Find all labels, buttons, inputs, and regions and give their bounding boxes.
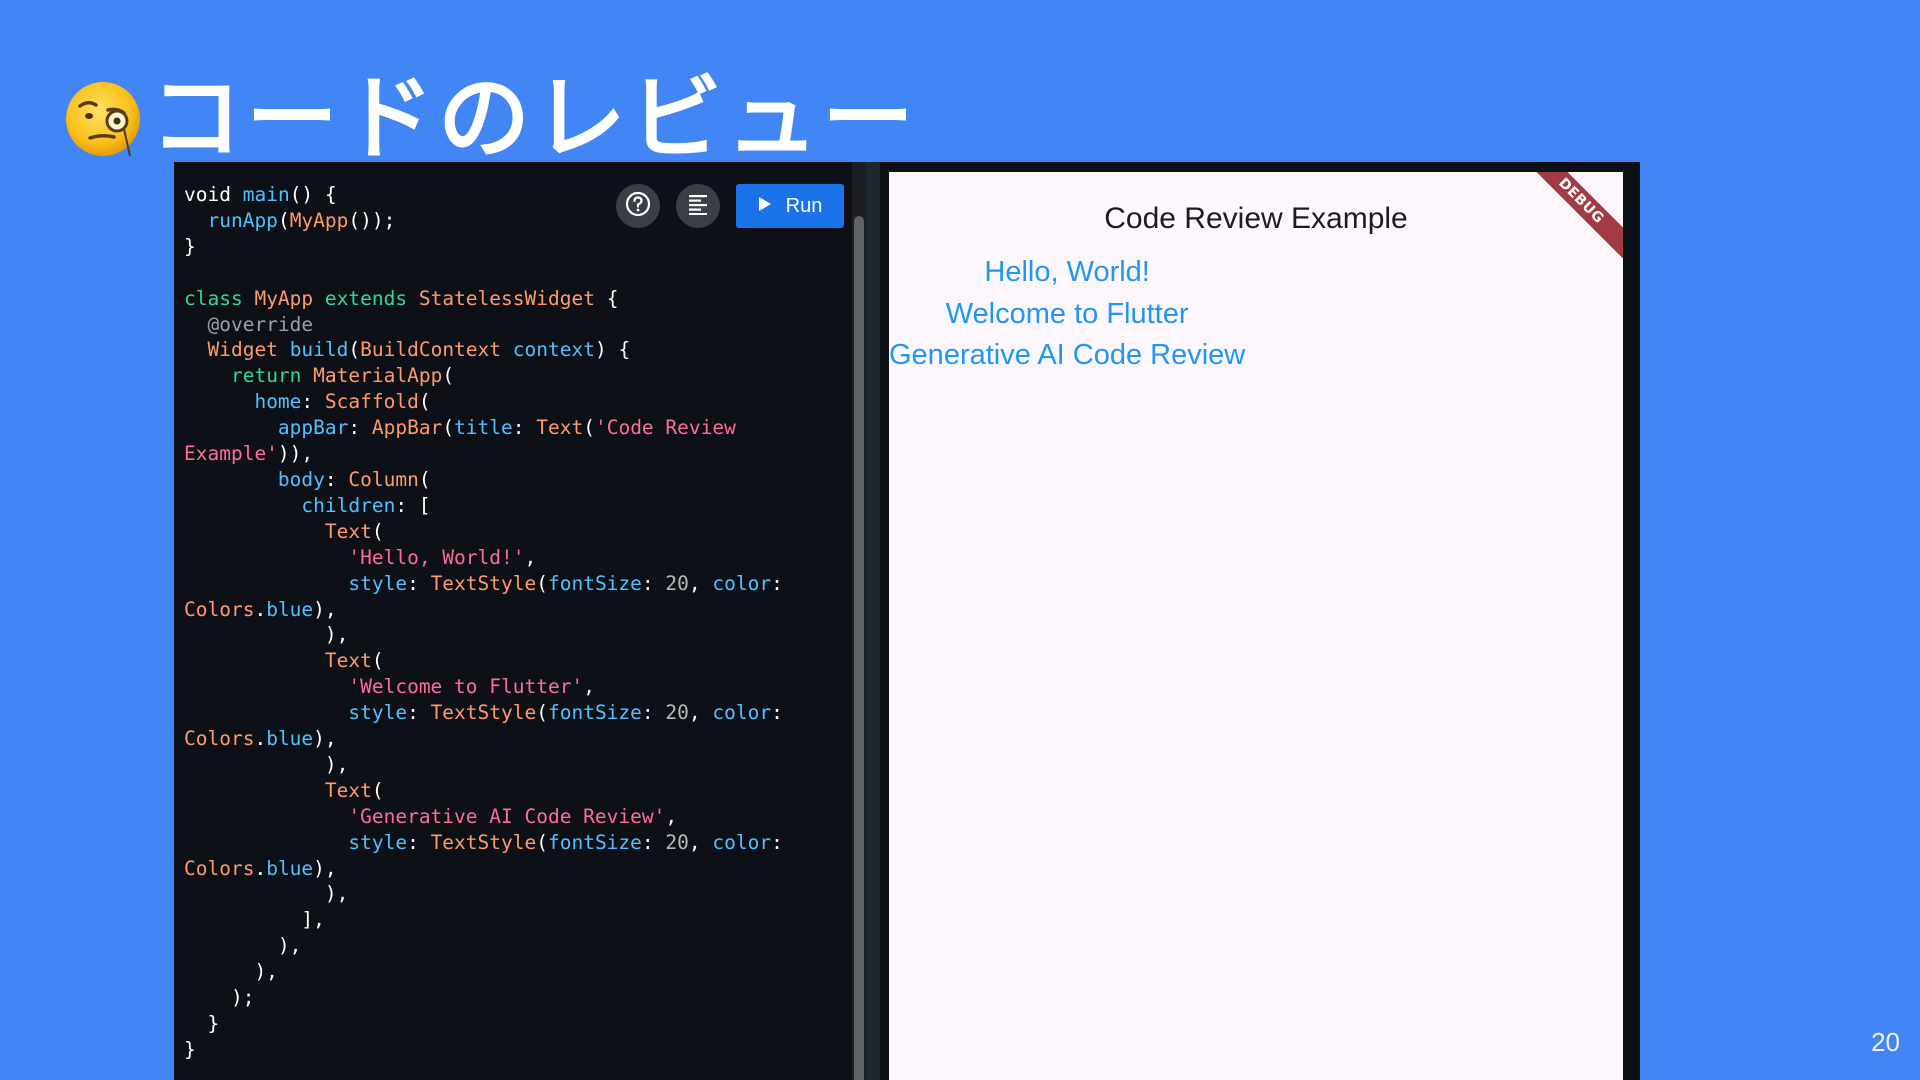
code-line: Example')), — [184, 442, 314, 466]
code-line: 'Generative AI Code Review', — [348, 804, 678, 828]
code-line: class MyApp extends StatelessWidget { — [184, 286, 619, 310]
code-line: home: Scaffold( — [254, 390, 431, 414]
preview-text-generative: Generative AI Code Review — [889, 339, 1246, 371]
code-line: return MaterialApp( — [230, 364, 455, 388]
code-editor[interactable]: void main() { runApp(MyApp()); } class M… — [174, 162, 852, 1080]
column: Hello, World! Welcome to Flutter Generat… — [889, 252, 1245, 377]
panel-divider[interactable] — [866, 162, 880, 1080]
code-line: Text( — [324, 519, 384, 543]
code-line: runApp(MyApp()); — [207, 208, 396, 232]
code-line: style: TextStyle(fontSize: 20, color: — [348, 571, 783, 595]
monocle-face-emoji-icon — [64, 80, 142, 158]
code-line: children: [ — [301, 493, 431, 517]
code-line: Text( — [324, 649, 384, 673]
format-align-icon — [687, 193, 709, 219]
code-line: 'Welcome to Flutter', — [348, 675, 595, 699]
dartpad-window: void main() { runApp(MyApp()); } class M… — [174, 162, 1640, 1080]
code-line: 'Hello, World!', — [348, 545, 537, 569]
appbar-title: Code Review Example — [1104, 202, 1408, 235]
code-line: } — [184, 1012, 220, 1035]
app-preview-panel: Code Review Example Hello, World! Welcom… — [880, 162, 1623, 1080]
code-line: ); — [184, 986, 255, 1010]
format-button[interactable] — [676, 184, 720, 228]
app-preview-screen: Code Review Example Hello, World! Welcom… — [889, 172, 1623, 1080]
code-line: Colors.blue), — [184, 597, 337, 621]
code-line: } — [184, 1037, 196, 1061]
preview-text-hello: Hello, World! — [984, 256, 1150, 288]
code-block[interactable]: void main() { runApp(MyApp()); } class M… — [184, 182, 783, 1063]
editor-scrollbar-thumb[interactable] — [854, 216, 864, 1080]
code-line: ), — [184, 752, 349, 776]
editor-toolbar: Run — [616, 184, 844, 228]
code-line: Colors.blue), — [184, 727, 337, 751]
code-line: style: TextStyle(fontSize: 20, color: — [348, 830, 783, 854]
code-line: Colors.blue), — [184, 856, 337, 880]
editor-scrollbar[interactable] — [852, 162, 866, 1080]
code-line: } — [184, 234, 196, 258]
slide: コードのレビュー void main() { runApp(MyApp()); … — [0, 0, 1920, 1080]
run-button-label: Run — [785, 194, 823, 217]
help-circle-icon — [625, 191, 651, 221]
code-line: ), — [184, 623, 349, 647]
code-line: void main() { — [184, 183, 337, 206]
code-line: ), — [184, 934, 302, 958]
code-line: ), — [184, 960, 278, 984]
code-line: Text( — [324, 778, 384, 802]
code-line: ), — [184, 882, 349, 906]
code-line: style: TextStyle(fontSize: 20, color: — [348, 701, 783, 725]
slide-title-row: コードのレビュー — [64, 64, 918, 174]
code-line: appBar: AppBar(title: Text('Code Review — [277, 416, 736, 440]
play-icon — [758, 195, 772, 218]
slide-title: コードのレビュー — [150, 65, 919, 172]
code-line: ], — [184, 908, 325, 932]
help-button[interactable] — [616, 184, 660, 228]
run-button[interactable]: Run — [736, 184, 844, 228]
code-line: body: Column( — [277, 467, 431, 491]
page-number: 20 — [1871, 1027, 1900, 1057]
code-line: Widget build(BuildContext context) { — [207, 338, 631, 362]
code-line: @override — [207, 312, 314, 336]
preview-text-welcome: Welcome to Flutter — [945, 297, 1189, 330]
